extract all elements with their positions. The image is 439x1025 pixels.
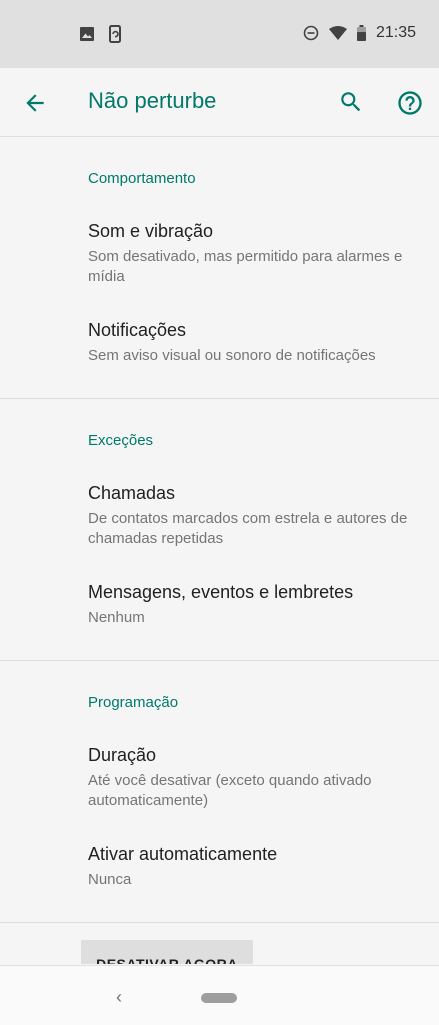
nav-back-icon[interactable]: ‹ <box>116 987 122 1008</box>
nav-home-pill-icon[interactable] <box>201 993 237 1003</box>
screen-rotate-icon <box>109 25 121 43</box>
status-left-icons <box>80 25 122 43</box>
image-icon <box>80 27 94 41</box>
wifi-icon <box>328 26 347 40</box>
item-summary: Até você desativar (exceto quando ativad… <box>88 772 372 809</box>
section-header: Comportamento <box>88 170 196 187</box>
item-title: Som e vibração <box>88 221 214 241</box>
list-item-messages-events[interactable]: Mensagens, eventos e lembretes Nenhum <box>0 564 439 646</box>
status-right-icons: 21:35 <box>303 24 416 42</box>
system-nav-bar: ‹ <box>0 965 439 1025</box>
item-title: Mensagens, eventos e lembretes <box>88 582 354 602</box>
dnd-icon <box>303 25 319 41</box>
item-summary: De contatos marcados com estrela e autor… <box>88 510 408 547</box>
list-item-calls[interactable]: Chamadas De contatos marcados com estrel… <box>0 457 439 564</box>
list-item-sound-vibration[interactable]: Som e vibração Som desativado, mas permi… <box>0 195 439 302</box>
search-icon[interactable] <box>338 89 364 115</box>
list-item-notifications[interactable]: Notificações Sem aviso visual ou sonoro … <box>0 302 439 384</box>
item-title: Chamadas <box>88 483 176 503</box>
item-title: Duração <box>88 745 157 765</box>
item-summary: Sem aviso visual ou sonoro de notificaçõ… <box>88 347 376 364</box>
section-header: Programação <box>88 694 179 711</box>
help-icon[interactable] <box>396 89 424 117</box>
item-summary: Som desativado, mas permitido para alarm… <box>88 248 403 285</box>
battery-icon <box>356 25 366 41</box>
list-item-duration[interactable]: Duração Até você desativar (exceto quand… <box>0 719 439 826</box>
item-summary: Nunca <box>88 871 132 888</box>
turn-off-now-button[interactable]: DESATIVAR AGORA <box>81 940 253 964</box>
status-time: 21:35 <box>375 24 416 41</box>
list-item-auto-enable[interactable]: Ativar automaticamente Nunca <box>0 826 439 908</box>
settings-list: Comportamento Som e vibração Som desativ… <box>0 137 439 923</box>
item-summary: Nenhum <box>88 609 145 626</box>
app-bar: Não perturbe <box>0 68 439 137</box>
item-title: Ativar automaticamente <box>88 844 278 864</box>
section-exceptions: Exceções Chamadas De contatos marcados c… <box>0 399 439 661</box>
turn-off-now-wrap: DESATIVAR AGORA <box>81 940 253 964</box>
status-bar: 21:35 <box>0 0 439 68</box>
section-header: Exceções <box>88 432 154 449</box>
section-schedule: Programação Duração Até você desativar (… <box>0 661 439 923</box>
page-title: Não perturbe <box>88 88 217 113</box>
back-arrow-icon[interactable] <box>22 90 48 116</box>
item-title: Notificações <box>88 320 187 340</box>
section-behavior: Comportamento Som e vibração Som desativ… <box>0 137 439 399</box>
